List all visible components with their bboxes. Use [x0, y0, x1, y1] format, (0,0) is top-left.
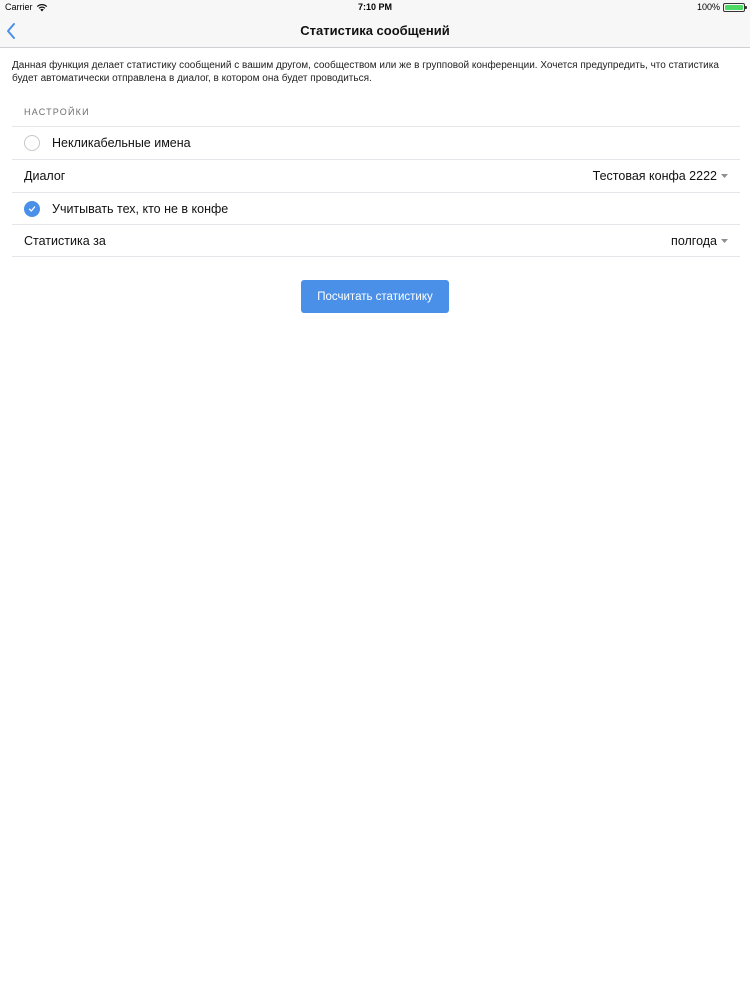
dialog-select[interactable]: Тестовая конфа 2222	[593, 169, 728, 183]
page-title: Статистика сообщений	[300, 23, 450, 38]
description-text: Данная функция делает статистику сообщен…	[12, 60, 719, 84]
include-not-in-conf-label: Учитывать тех, кто не в конфе	[52, 202, 229, 216]
status-battery: 100%	[696, 2, 747, 12]
caret-down-icon	[721, 238, 728, 243]
status-bar: Carrier 7:10 PM 100%	[0, 0, 750, 14]
settings-section-header: НАСТРОЙКИ	[24, 107, 90, 117]
unclickable-names-label: Некликабельные имена	[52, 136, 191, 150]
period-select[interactable]: полгода	[671, 234, 728, 248]
battery-icon	[723, 2, 747, 12]
status-time: 7:10 PM	[357, 2, 392, 12]
calculate-statistics-button[interactable]: Посчитать статистику	[301, 280, 449, 313]
include-not-in-conf-checkbox[interactable]	[24, 201, 40, 217]
period-row[interactable]: Статистика за полгода	[12, 224, 740, 257]
dialog-row[interactable]: Диалог Тестовая конфа 2222	[12, 159, 740, 192]
period-label: Статистика за	[24, 233, 106, 248]
navigation-bar: Статистика сообщений	[0, 14, 750, 48]
dialog-value: Тестовая конфа 2222	[592, 169, 717, 183]
checkmark-icon	[28, 206, 36, 212]
unclickable-names-row[interactable]: Некликабельные имена	[12, 126, 740, 159]
include-not-in-conf-row[interactable]: Учитывать тех, кто не в конфе	[12, 192, 740, 225]
period-value: полгода	[671, 233, 717, 248]
unclickable-names-checkbox[interactable]	[24, 135, 40, 151]
caret-down-icon	[721, 174, 728, 178]
battery-percentage: 100%	[696, 2, 720, 12]
dialog-label: Диалог	[24, 169, 66, 183]
